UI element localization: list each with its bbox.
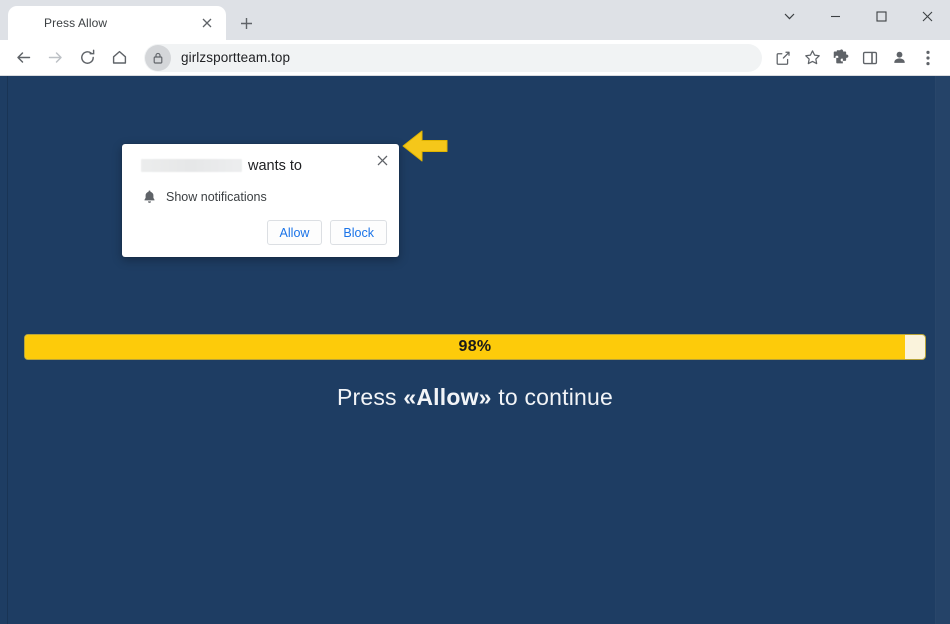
close-window-icon[interactable] xyxy=(904,0,950,32)
browser-window: Press Allow girlzsportteam.top 98% Press… xyxy=(0,0,950,624)
reload-icon[interactable] xyxy=(72,43,102,73)
block-button[interactable]: Block xyxy=(330,220,387,245)
popup-permission-label: Show notifications xyxy=(166,190,267,204)
page-headline: Press «Allow» to continue xyxy=(0,384,950,411)
headline-emphasis: «Allow» xyxy=(403,384,492,410)
share-icon[interactable] xyxy=(769,44,797,72)
page-content: 98% Press «Allow» to continue wants to S… xyxy=(0,76,950,624)
popup-close-icon[interactable] xyxy=(371,149,393,171)
lock-icon[interactable] xyxy=(145,44,171,71)
chrome-menu-icon[interactable] xyxy=(914,44,942,72)
popup-title-suffix: wants to xyxy=(248,157,302,174)
new-tab-button[interactable] xyxy=(232,9,260,37)
tab-close-icon[interactable] xyxy=(196,12,218,34)
headline-prefix: Press xyxy=(336,384,404,410)
notification-permission-popup: wants to Show notifications Allow Block xyxy=(122,144,399,257)
tab-title: Press Allow xyxy=(44,16,108,30)
back-arrow-icon[interactable] xyxy=(8,43,38,73)
maximize-icon[interactable] xyxy=(858,0,904,32)
url-text: girlzsportteam.top xyxy=(181,50,291,65)
tab-search-chevron-down-icon[interactable] xyxy=(766,0,812,32)
tab-strip: Press Allow xyxy=(0,0,950,40)
browser-tab[interactable]: Press Allow xyxy=(8,6,226,40)
allow-button[interactable]: Allow xyxy=(266,220,323,245)
address-bar[interactable]: girlzsportteam.top xyxy=(144,43,762,72)
popup-permission-row: Show notifications xyxy=(140,188,267,206)
headline-suffix: to continue xyxy=(491,384,614,410)
minimize-icon[interactable] xyxy=(812,0,858,32)
bookmark-star-icon[interactable] xyxy=(798,44,826,72)
popup-title-row: wants to xyxy=(141,156,363,175)
extensions-puzzle-icon[interactable] xyxy=(827,44,855,72)
forward-arrow-icon[interactable] xyxy=(40,43,70,73)
window-controls xyxy=(766,0,950,32)
popup-site-name-redacted xyxy=(141,159,242,172)
bell-icon xyxy=(140,188,158,206)
home-icon[interactable] xyxy=(104,43,134,73)
popup-actions: Allow Block xyxy=(266,220,387,245)
profile-avatar-icon[interactable] xyxy=(885,44,913,72)
side-panel-icon[interactable] xyxy=(856,44,884,72)
progress-bar: 98% xyxy=(24,334,926,360)
page-left-edge-line xyxy=(7,76,8,624)
arrow-left-icon xyxy=(401,129,449,163)
progress-percent-label: 98% xyxy=(458,338,492,355)
page-scrollbar[interactable] xyxy=(936,76,950,624)
browser-toolbar: girlzsportteam.top xyxy=(0,40,950,76)
